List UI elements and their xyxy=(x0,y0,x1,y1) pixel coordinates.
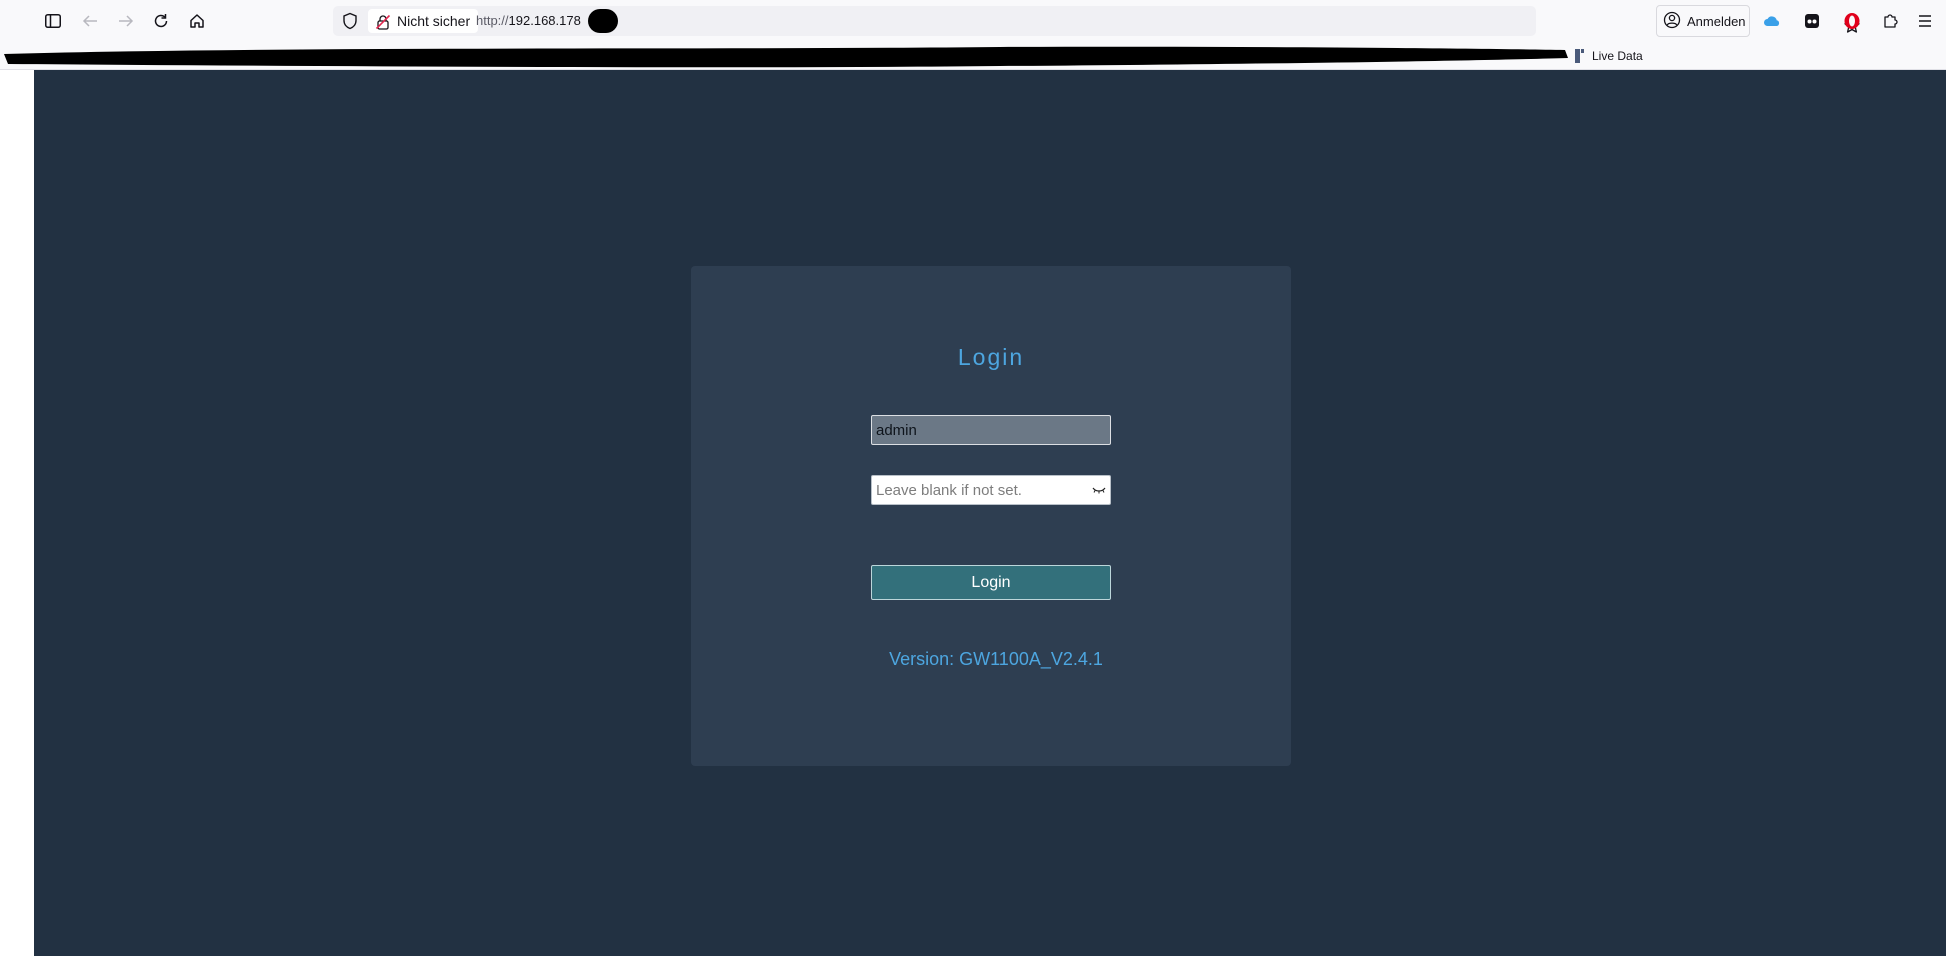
bookmarks-redaction xyxy=(0,44,1570,72)
insecure-lock-icon xyxy=(375,13,391,30)
eye-icon[interactable] xyxy=(1091,483,1107,497)
security-label: Nicht sicher xyxy=(397,13,471,29)
url-scheme: http:// xyxy=(476,13,509,28)
back-arrow-icon[interactable] xyxy=(77,8,103,34)
menu-icon[interactable] xyxy=(1912,8,1938,34)
tracking-shield-icon[interactable] xyxy=(341,12,359,30)
signin-label: Anmelden xyxy=(1687,13,1746,29)
password-input[interactable] xyxy=(871,475,1111,505)
login-button[interactable]: Login xyxy=(871,565,1111,600)
firmware-version: Version: GW1100A_V2.4.1 xyxy=(691,649,1301,670)
url-text[interactable]: http://192.168.178 xyxy=(476,6,581,36)
account-icon xyxy=(1663,11,1681,32)
home-icon[interactable] xyxy=(184,8,210,34)
extension-icon[interactable] xyxy=(1799,8,1825,34)
cloud-extension-icon[interactable] xyxy=(1759,8,1785,34)
login-card: Login Login Version: GW1100A_V2.4.1 xyxy=(691,266,1291,766)
account-signin-button[interactable]: Anmelden xyxy=(1656,5,1750,37)
opera-icon[interactable] xyxy=(1839,8,1865,34)
extensions-puzzle-icon[interactable] xyxy=(1877,8,1903,34)
login-title: Login xyxy=(957,344,1025,370)
version-value: GW1100A_V2.4.1 xyxy=(959,649,1103,669)
security-indicator[interactable]: Nicht sicher xyxy=(368,9,479,33)
forward-arrow-icon[interactable] xyxy=(113,8,139,34)
url-bar[interactable]: Nicht sicher http://192.168.178 xyxy=(333,6,1860,36)
reload-icon[interactable] xyxy=(148,8,174,34)
bookmark-live-data[interactable]: Live Data xyxy=(1575,47,1643,65)
login-page: Login Login Version: GW1100A_V2.4.1 xyxy=(34,70,1946,956)
page-gutter xyxy=(0,70,34,956)
bookmark-label: Live Data xyxy=(1592,49,1643,63)
username-input[interactable] xyxy=(871,415,1111,445)
url-host: 192.168.178 xyxy=(508,13,581,28)
version-prefix: Version: xyxy=(889,649,960,669)
url-redaction xyxy=(588,9,618,33)
live-data-favicon xyxy=(1575,49,1587,63)
sidebar-icon[interactable] xyxy=(40,8,66,34)
browser-toolbar: Nicht sicher http://192.168.178 Anmelden xyxy=(0,0,1946,42)
